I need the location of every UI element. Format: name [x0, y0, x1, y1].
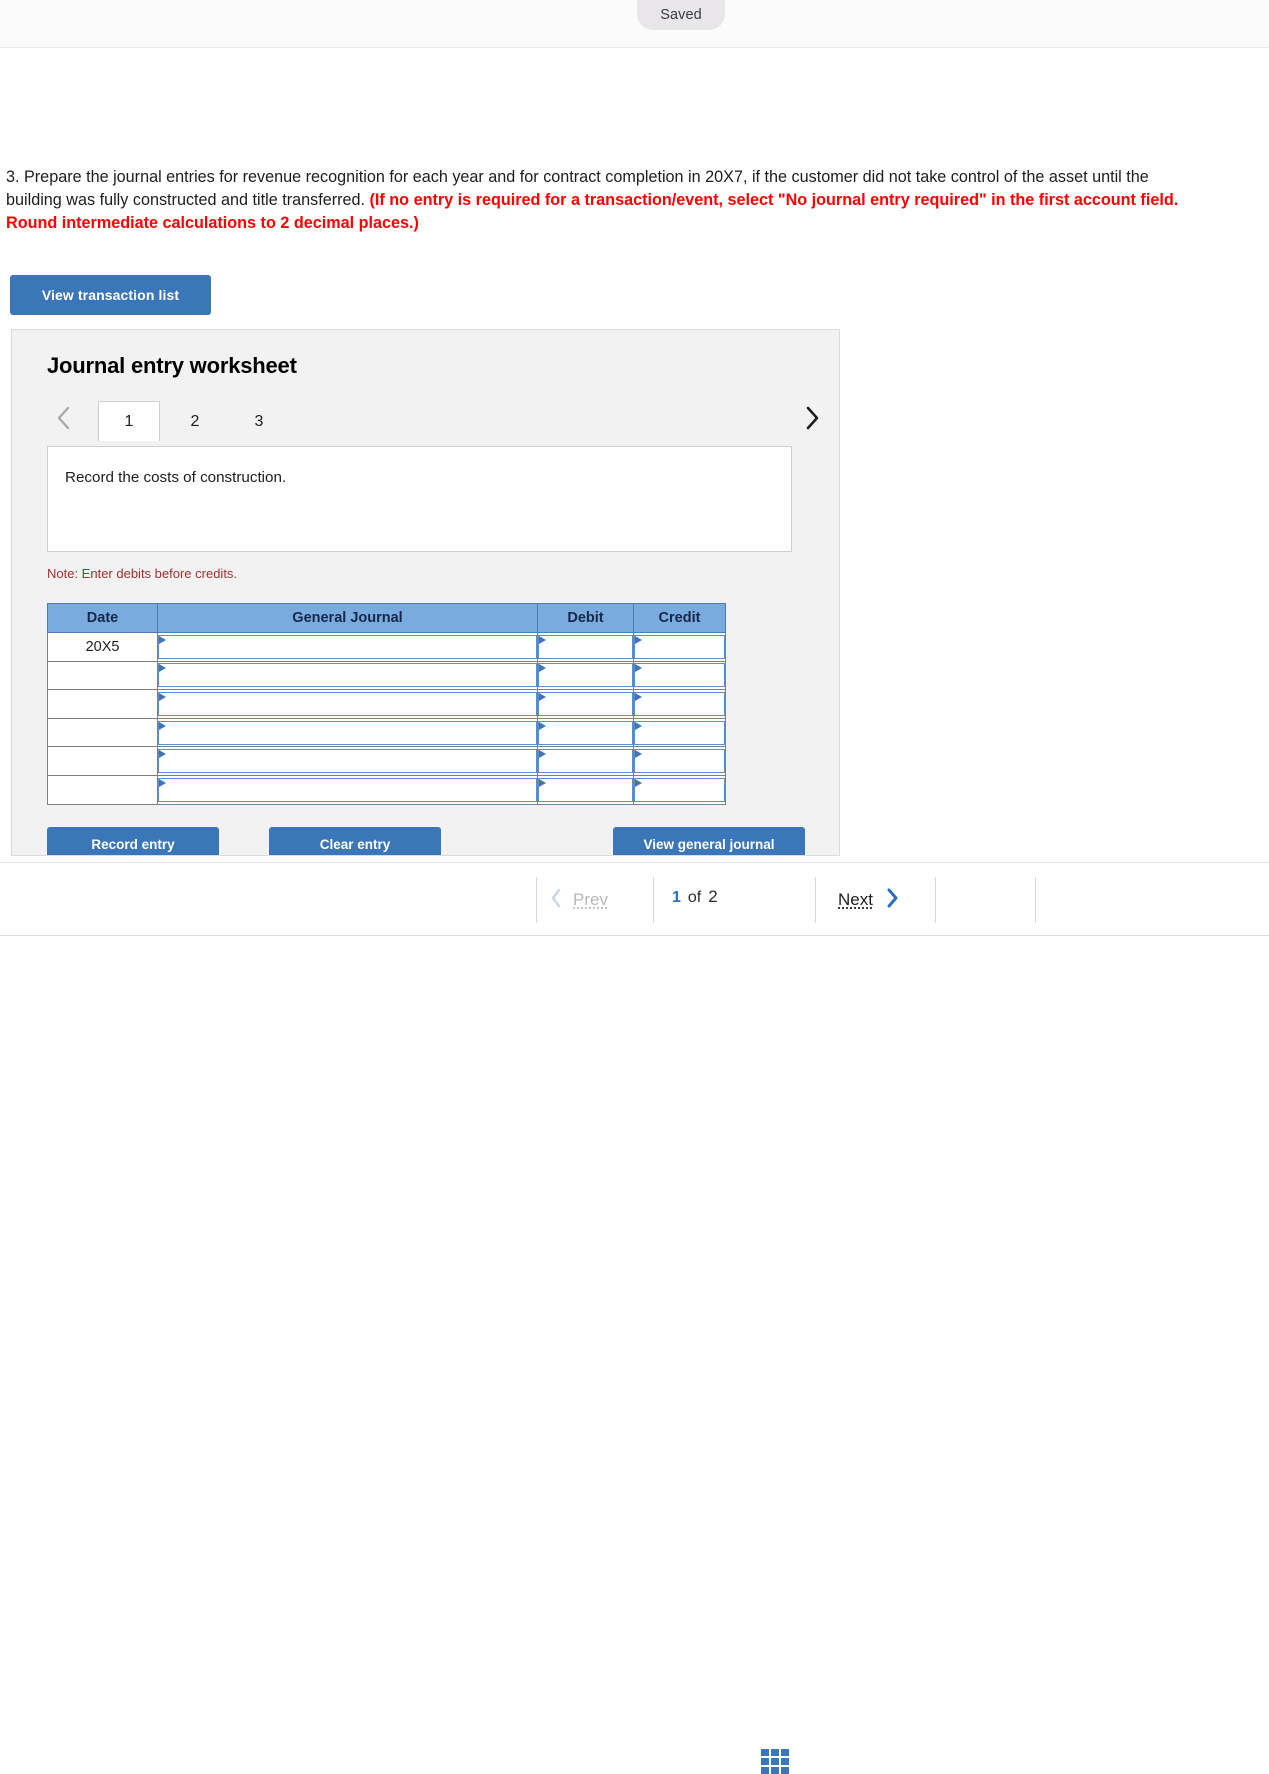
journal-credit-field[interactable] — [634, 777, 725, 802]
journal-credit-field[interactable] — [634, 663, 725, 688]
table-row — [47, 746, 726, 776]
journal-debit-field-cell[interactable] — [537, 774, 634, 805]
top-status-bar: Saved — [0, 0, 1269, 48]
table-row: 20X5 — [47, 632, 726, 662]
worksheet-tab-3[interactable]: 3 — [228, 401, 290, 441]
journal-account-field[interactable] — [158, 720, 537, 745]
saved-status-badge: Saved — [637, 0, 725, 30]
journal-debit-field[interactable] — [538, 634, 633, 659]
record-entry-button[interactable]: Record entry — [47, 827, 219, 855]
journal-debit-field[interactable] — [538, 720, 633, 745]
journal-entry-worksheet-panel: Journal entry worksheet 1 2 3 Record the… — [11, 329, 840, 856]
nav-divider — [1035, 877, 1036, 923]
journal-account-field-cell[interactable] — [157, 746, 538, 776]
journal-debit-field[interactable] — [538, 749, 633, 774]
journal-account-field-cell[interactable] — [157, 632, 538, 662]
prev-page-label: Prev — [573, 890, 608, 909]
clear-entry-button[interactable]: Clear entry — [269, 827, 441, 855]
journal-account-field[interactable] — [158, 777, 537, 802]
journal-account-field[interactable] — [158, 663, 537, 688]
table-row — [47, 717, 726, 748]
journal-account-field[interactable] — [158, 749, 537, 774]
view-transaction-list-button[interactable]: View transaction list — [10, 275, 211, 315]
journal-credit-field-cell[interactable] — [633, 717, 726, 748]
question-prompt: 3. Prepare the journal entries for reven… — [6, 166, 1186, 235]
bottom-navigation-bar: Prev 1 of 2 Next — [0, 862, 1269, 1774]
journal-account-field-cell[interactable] — [157, 774, 538, 805]
journal-account-field[interactable] — [158, 691, 537, 716]
table-row — [47, 660, 726, 691]
column-header-general-journal: General Journal — [157, 603, 538, 633]
chevron-left-icon[interactable] — [47, 395, 81, 440]
nav-divider — [653, 877, 654, 923]
grid-icon[interactable] — [761, 1749, 793, 1774]
prev-page-button[interactable]: Prev — [550, 885, 608, 915]
journal-debit-field-cell[interactable] — [537, 632, 634, 662]
journal-account-field-cell[interactable] — [157, 689, 538, 719]
journal-account-field-cell[interactable] — [157, 660, 538, 691]
journal-credit-field-cell[interactable] — [633, 746, 726, 776]
journal-debit-field[interactable] — [538, 691, 633, 716]
journal-debit-field[interactable] — [538, 663, 633, 688]
page-current-number: 1 — [672, 889, 681, 906]
view-general-journal-button[interactable]: View general journal — [613, 827, 805, 855]
journal-debit-field-cell[interactable] — [537, 689, 634, 719]
worksheet-instruction-text: Record the costs of construction. — [65, 469, 287, 486]
page-indicator: 1 of 2 — [672, 887, 718, 907]
journal-account-field-cell[interactable] — [157, 717, 538, 748]
page-of-label: of — [687, 889, 702, 906]
journal-debit-field-cell[interactable] — [537, 746, 634, 776]
journal-account-field[interactable] — [158, 634, 537, 659]
table-row — [47, 774, 726, 805]
nav-divider — [536, 877, 537, 923]
journal-credit-field-cell[interactable] — [633, 774, 726, 805]
column-header-debit: Debit — [537, 603, 634, 633]
table-header-row: Date General Journal Debit Credit — [47, 603, 726, 633]
table-row — [47, 689, 726, 719]
journal-entry-table: Date General Journal Debit Credit 20X5 — [47, 603, 726, 805]
worksheet-title: Journal entry worksheet — [47, 353, 297, 378]
worksheet-tab-1[interactable]: 1 — [98, 401, 160, 441]
journal-date-cell[interactable] — [47, 689, 158, 719]
chevron-right-icon[interactable] — [795, 395, 829, 440]
page-total-number: 2 — [708, 887, 718, 906]
journal-debit-field[interactable] — [538, 777, 633, 802]
worksheet-instruction-box: Record the costs of construction. — [47, 446, 792, 552]
nav-divider — [935, 877, 936, 923]
journal-credit-field[interactable] — [634, 691, 725, 716]
journal-debit-field-cell[interactable] — [537, 660, 634, 691]
journal-date-cell[interactable] — [47, 660, 158, 691]
next-page-label: Next — [838, 890, 873, 909]
journal-credit-field-cell[interactable] — [633, 660, 726, 691]
debits-before-credits-note: Note: Enter debits before credits. — [47, 566, 238, 581]
column-header-date: Date — [47, 603, 158, 633]
journal-credit-field-cell[interactable] — [633, 632, 726, 662]
next-page-button[interactable]: Next — [838, 885, 900, 915]
journal-credit-field[interactable] — [634, 749, 725, 774]
nav-divider — [815, 877, 816, 923]
journal-debit-field-cell[interactable] — [537, 717, 634, 748]
journal-date-cell[interactable] — [47, 746, 158, 776]
chevron-left-icon — [550, 887, 563, 914]
column-header-credit: Credit — [633, 603, 726, 633]
journal-date-cell[interactable]: 20X5 — [47, 632, 158, 662]
journal-credit-field[interactable] — [634, 720, 725, 745]
journal-date-cell[interactable] — [47, 774, 158, 805]
journal-date-cell[interactable] — [47, 717, 158, 748]
worksheet-tab-strip: 1 2 3 — [47, 395, 830, 441]
worksheet-tab-2[interactable]: 2 — [164, 401, 226, 441]
chevron-right-icon — [885, 886, 900, 915]
journal-credit-field[interactable] — [634, 634, 725, 659]
journal-credit-field-cell[interactable] — [633, 689, 726, 719]
